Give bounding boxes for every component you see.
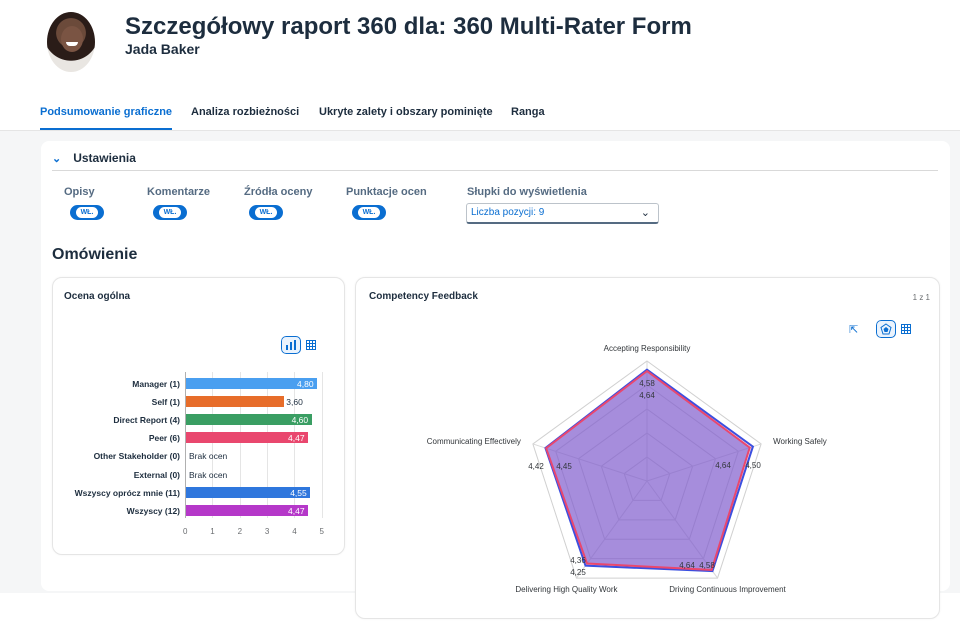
report-header: Szczegółowy raport 360 dla: 360 Multi-Ra… [0, 0, 960, 90]
radar-value-label: 4,58 [639, 379, 655, 388]
chevron-down-icon: ⌄ [640, 207, 650, 219]
radar-value-label: 4,58 [699, 561, 715, 570]
no-ratings-label: Brak ocen [189, 469, 228, 480]
bars-to-display-label: Słupki do wyświetlenia [467, 186, 587, 198]
bars-to-display-select[interactable]: Liczba pozycji: 9 ⌄ [466, 203, 659, 224]
radar-value-label: 4,25 [570, 568, 586, 577]
settings-toggle[interactable]: ⌄ Ustawienia [52, 151, 136, 165]
tab-bar: Podsumowanie graficzne Analiza rozbieżno… [0, 106, 960, 131]
radar-value-label: 4,42 [528, 462, 544, 471]
radar-value-label: 4,45 [556, 462, 572, 471]
option-label-descriptions: Opisy [64, 186, 95, 198]
bar-value-label: 4,47 [288, 433, 305, 444]
table-view-button[interactable] [301, 336, 321, 354]
bar-value-label: 4,80 [297, 379, 314, 389]
bar-category-label: Peer (6) [148, 433, 180, 444]
option-label-rating-scores: Punktacje ocen [346, 186, 427, 198]
table-view-button[interactable] [896, 320, 916, 338]
no-ratings-label: Brak ocen [189, 451, 228, 462]
overview-title: Omówienie [52, 246, 138, 263]
tab-gap-analysis[interactable]: Analiza rozbieżności [191, 106, 299, 128]
comments-switch[interactable]: WŁ. [153, 205, 187, 220]
bar-category-label: External (0) [133, 469, 180, 480]
tab-rank[interactable]: Ranga [511, 106, 545, 128]
radar-axis-label: Working Safely [773, 437, 827, 446]
radar-value-label: 4,36 [570, 556, 586, 565]
bar-category-label: Manager (1) [132, 379, 180, 389]
bar-category-label: Wszyscy (12) [126, 505, 180, 516]
radar-view-switch [876, 320, 916, 338]
radar-value-label: 4,64 [715, 461, 731, 470]
chevron-down-icon: ⌄ [52, 153, 62, 165]
bar[interactable] [186, 396, 285, 408]
bar-chart-view-button[interactable] [281, 336, 301, 354]
radar-value-label: 4,50 [745, 461, 761, 470]
radar-axis-label: Communicating Effectively [427, 437, 521, 446]
x-tick-label: 3 [264, 527, 270, 536]
bar-category-label: Wszyscy oprócz mnie (11) [74, 487, 180, 498]
radar-value-label: 4,64 [639, 391, 655, 400]
avatar [47, 12, 95, 72]
bar-value-label: 4,55 [290, 487, 307, 498]
bar-value-label: 3,60 [286, 397, 303, 408]
rating-scores-switch[interactable]: WŁ. [352, 205, 386, 220]
page-title: Szczegółowy raport 360 dla: 360 Multi-Ra… [125, 13, 692, 40]
radar-axis-label: Delivering High Quality Work [515, 585, 618, 594]
bar-category-label: Self (1) [151, 397, 180, 408]
radar-view-button[interactable] [876, 320, 896, 338]
overall-rating-title: Ocena ogólna [64, 291, 131, 302]
bar-chart-icon [286, 340, 296, 350]
option-label-comments: Komentarze [147, 186, 210, 198]
gridline [321, 372, 323, 518]
select-value: Liczba pozycji: 9 [471, 207, 545, 218]
divider [52, 170, 938, 171]
rating-sources-switch[interactable]: WŁ. [249, 205, 283, 220]
pager: 1 z 1 [912, 293, 930, 302]
x-tick-label: 5 [319, 527, 324, 536]
competency-title: Competency Feedback [369, 291, 478, 302]
bar-value-label: 4,60 [291, 415, 309, 426]
tab-hidden-strengths[interactable]: Ukryte zalety i obszary pominięte [319, 106, 493, 128]
x-tick-label: 4 [292, 527, 297, 536]
view-switch [281, 336, 321, 354]
x-tick-label: 2 [237, 527, 243, 536]
table-icon [901, 324, 911, 334]
fullscreen-icon[interactable]: ⇱ [849, 323, 858, 336]
radar-axis-label: Driving Continuous Improvement [669, 585, 786, 594]
tab-graphical-summary[interactable]: Podsumowanie graficzne [40, 106, 173, 130]
radar-axis-label: Accepting Responsibility [604, 344, 691, 353]
radar-icon [880, 323, 892, 335]
table-icon [306, 340, 316, 350]
x-tick-label: 1 [210, 527, 215, 536]
bar-category-label: Direct Report (4) [113, 415, 180, 426]
bar-category-label: Other Stakeholder (0) [93, 451, 180, 462]
settings-title: Ustawienia [73, 151, 136, 165]
option-label-rating-sources: Źródła oceny [244, 186, 313, 198]
x-tick-label: 0 [183, 527, 188, 536]
bar-value-label: 4,47 [288, 505, 305, 516]
employee-name: Jada Baker [125, 41, 200, 57]
competency-radar-chart: Accepting Responsibility Working Safely Dr… [427, 344, 827, 594]
radar-value-label: 4,64 [679, 561, 695, 570]
descriptions-switch[interactable]: WŁ. [70, 205, 104, 220]
